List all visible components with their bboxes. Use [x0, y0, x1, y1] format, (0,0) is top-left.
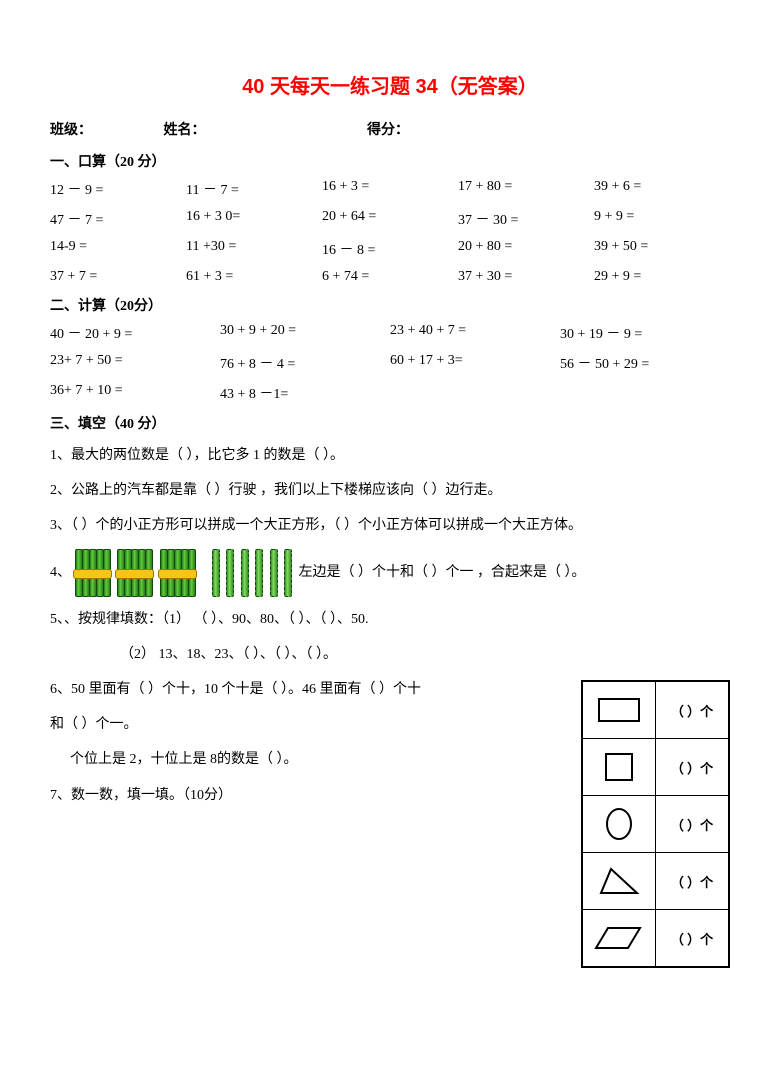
single-stick [212, 549, 220, 597]
single-stick [255, 549, 263, 597]
math-problem: 61 + 3 = [186, 269, 322, 285]
stick-bundle [75, 549, 110, 597]
math-problem: 37 + 7 = [50, 269, 186, 285]
table-row: （ ）个 [582, 681, 729, 739]
single-stick [284, 549, 292, 597]
problem-row: 40 － 20 + 9 =30 + 9 + 20 =23 + 40 + 7 =3… [50, 323, 730, 343]
math-problem: 29 + 9 = [594, 269, 730, 285]
math-problem: 20 + 80 = [458, 239, 594, 259]
table-row: （ ）个 [582, 853, 729, 910]
math-problem: 6 + 74 = [322, 269, 458, 285]
math-problem: 47 － 7 = [50, 209, 186, 229]
problem-row: 36+ 7 + 10 =43 + 8 －1= [50, 383, 730, 403]
class-label: 班级： [50, 119, 160, 139]
math-problem: 17 + 80 = [458, 179, 594, 199]
math-problem: 30 + 9 + 20 = [220, 323, 390, 343]
math-problem: 60 + 17 + 3= [390, 353, 560, 373]
count-cell: （ ）个 [656, 739, 730, 796]
math-problem: 20 + 64 = [322, 209, 458, 229]
section-2-heading: 二、计算（20分） [50, 295, 730, 315]
name-label: 姓名： [164, 119, 364, 139]
question-4-prefix: 4、 [50, 565, 71, 580]
math-problem: 16 + 3 0= [186, 209, 322, 229]
problem-row: 14-9 =11 +30 =16 － 8 =20 + 80 =39 + 50 = [50, 239, 730, 259]
counting-sticks-image [75, 549, 296, 597]
math-problem: 39 + 50 = [594, 239, 730, 259]
question-4: 4、 左边是（ ）个十和（ ）个一 ，合起来是（ ）。 [50, 549, 730, 597]
math-problem: 23 + 40 + 7 = [390, 323, 560, 343]
math-problem: 56 － 50 + 29 = [560, 353, 730, 373]
section-1-heading: 一、口算（20 分） [50, 151, 730, 171]
table-row: （ ）个 [582, 796, 729, 853]
single-stick [270, 549, 278, 597]
circle-icon [582, 796, 656, 853]
math-problem: 39 + 6 = [594, 179, 730, 199]
triangle-icon [582, 853, 656, 910]
math-problem: 16 － 8 = [322, 239, 458, 259]
single-stick [241, 549, 249, 597]
question-5a: 5、、按规律填数：（1） （ ）、90、80、（ ）、（ ）、50. [50, 607, 730, 632]
math-problem: 37 － 30 = [458, 209, 594, 229]
question-4-suffix: 左边是（ ）个十和（ ）个一 ，合起来是（ ）。 [299, 565, 586, 580]
math-problem: 12 － 9 = [50, 179, 186, 199]
count-cell: （ ）个 [656, 853, 730, 910]
table-row: （ ）个 [582, 739, 729, 796]
shape-count-table: （ ）个 （ ）个 （ ）个 （ ）个 （ ）个 [581, 680, 730, 968]
question-3: 3、（ ）个的小正方形可以拼成一个大正方形，（ ）个小正方体可以拼成一个大正方体… [50, 513, 730, 538]
problem-row: 23+ 7 + 50 =76 + 8 － 4 =60 + 17 + 3=56 －… [50, 353, 730, 373]
section-3-heading: 三、填空（40 分） [50, 413, 730, 433]
math-problem [560, 383, 730, 403]
student-info-row: 班级： 姓名： 得分： [50, 119, 730, 139]
math-problem: 23+ 7 + 50 = [50, 353, 220, 373]
question-5b: （2） 13、18、23、（ ）、（ ）、（ ）。 [50, 642, 730, 667]
parallelogram-icon [582, 910, 656, 968]
square-icon [582, 739, 656, 796]
math-problem: 30 + 19 － 9 = [560, 323, 730, 343]
math-problem: 40 － 20 + 9 = [50, 323, 220, 343]
count-cell: （ ）个 [656, 796, 730, 853]
question-2: 2、公路上的汽车都是靠（ ）行驶 ，我们以上下楼梯应该向（ ）边行走。 [50, 478, 730, 503]
math-problem: 76 + 8 － 4 = [220, 353, 390, 373]
stick-bundle [117, 549, 152, 597]
single-stick [226, 549, 234, 597]
math-problem: 37 + 30 = [458, 269, 594, 285]
math-problem: 9 + 9 = [594, 209, 730, 229]
score-label: 得分： [367, 119, 409, 139]
math-problem: 43 + 8 －1= [220, 383, 390, 403]
problem-row: 47 － 7 =16 + 3 0=20 + 64 =37 － 30 =9 + 9… [50, 209, 730, 229]
math-problem: 36+ 7 + 10 = [50, 383, 220, 403]
math-problem [390, 383, 560, 403]
math-problem: 11 +30 = [186, 239, 322, 259]
rectangle-icon [582, 681, 656, 739]
problem-row: 37 + 7 =61 + 3 =6 + 74 =37 + 30 =29 + 9 … [50, 269, 730, 285]
stick-bundle [160, 549, 195, 597]
math-problem: 14-9 = [50, 239, 186, 259]
count-cell: （ ）个 [656, 681, 730, 739]
page-title: 40 天每天一练习题 34（无答案） [50, 70, 730, 99]
count-cell: （ ）个 [656, 910, 730, 968]
table-row: （ ）个 [582, 910, 729, 968]
math-problem: 16 + 3 = [322, 179, 458, 199]
math-problem: 11 － 7 = [186, 179, 322, 199]
problem-row: 12 － 9 =11 － 7 =16 + 3 =17 + 80 =39 + 6 … [50, 179, 730, 199]
question-1: 1、最大的两位数是（ ），比它多 1 的数是（ ）。 [50, 443, 730, 468]
